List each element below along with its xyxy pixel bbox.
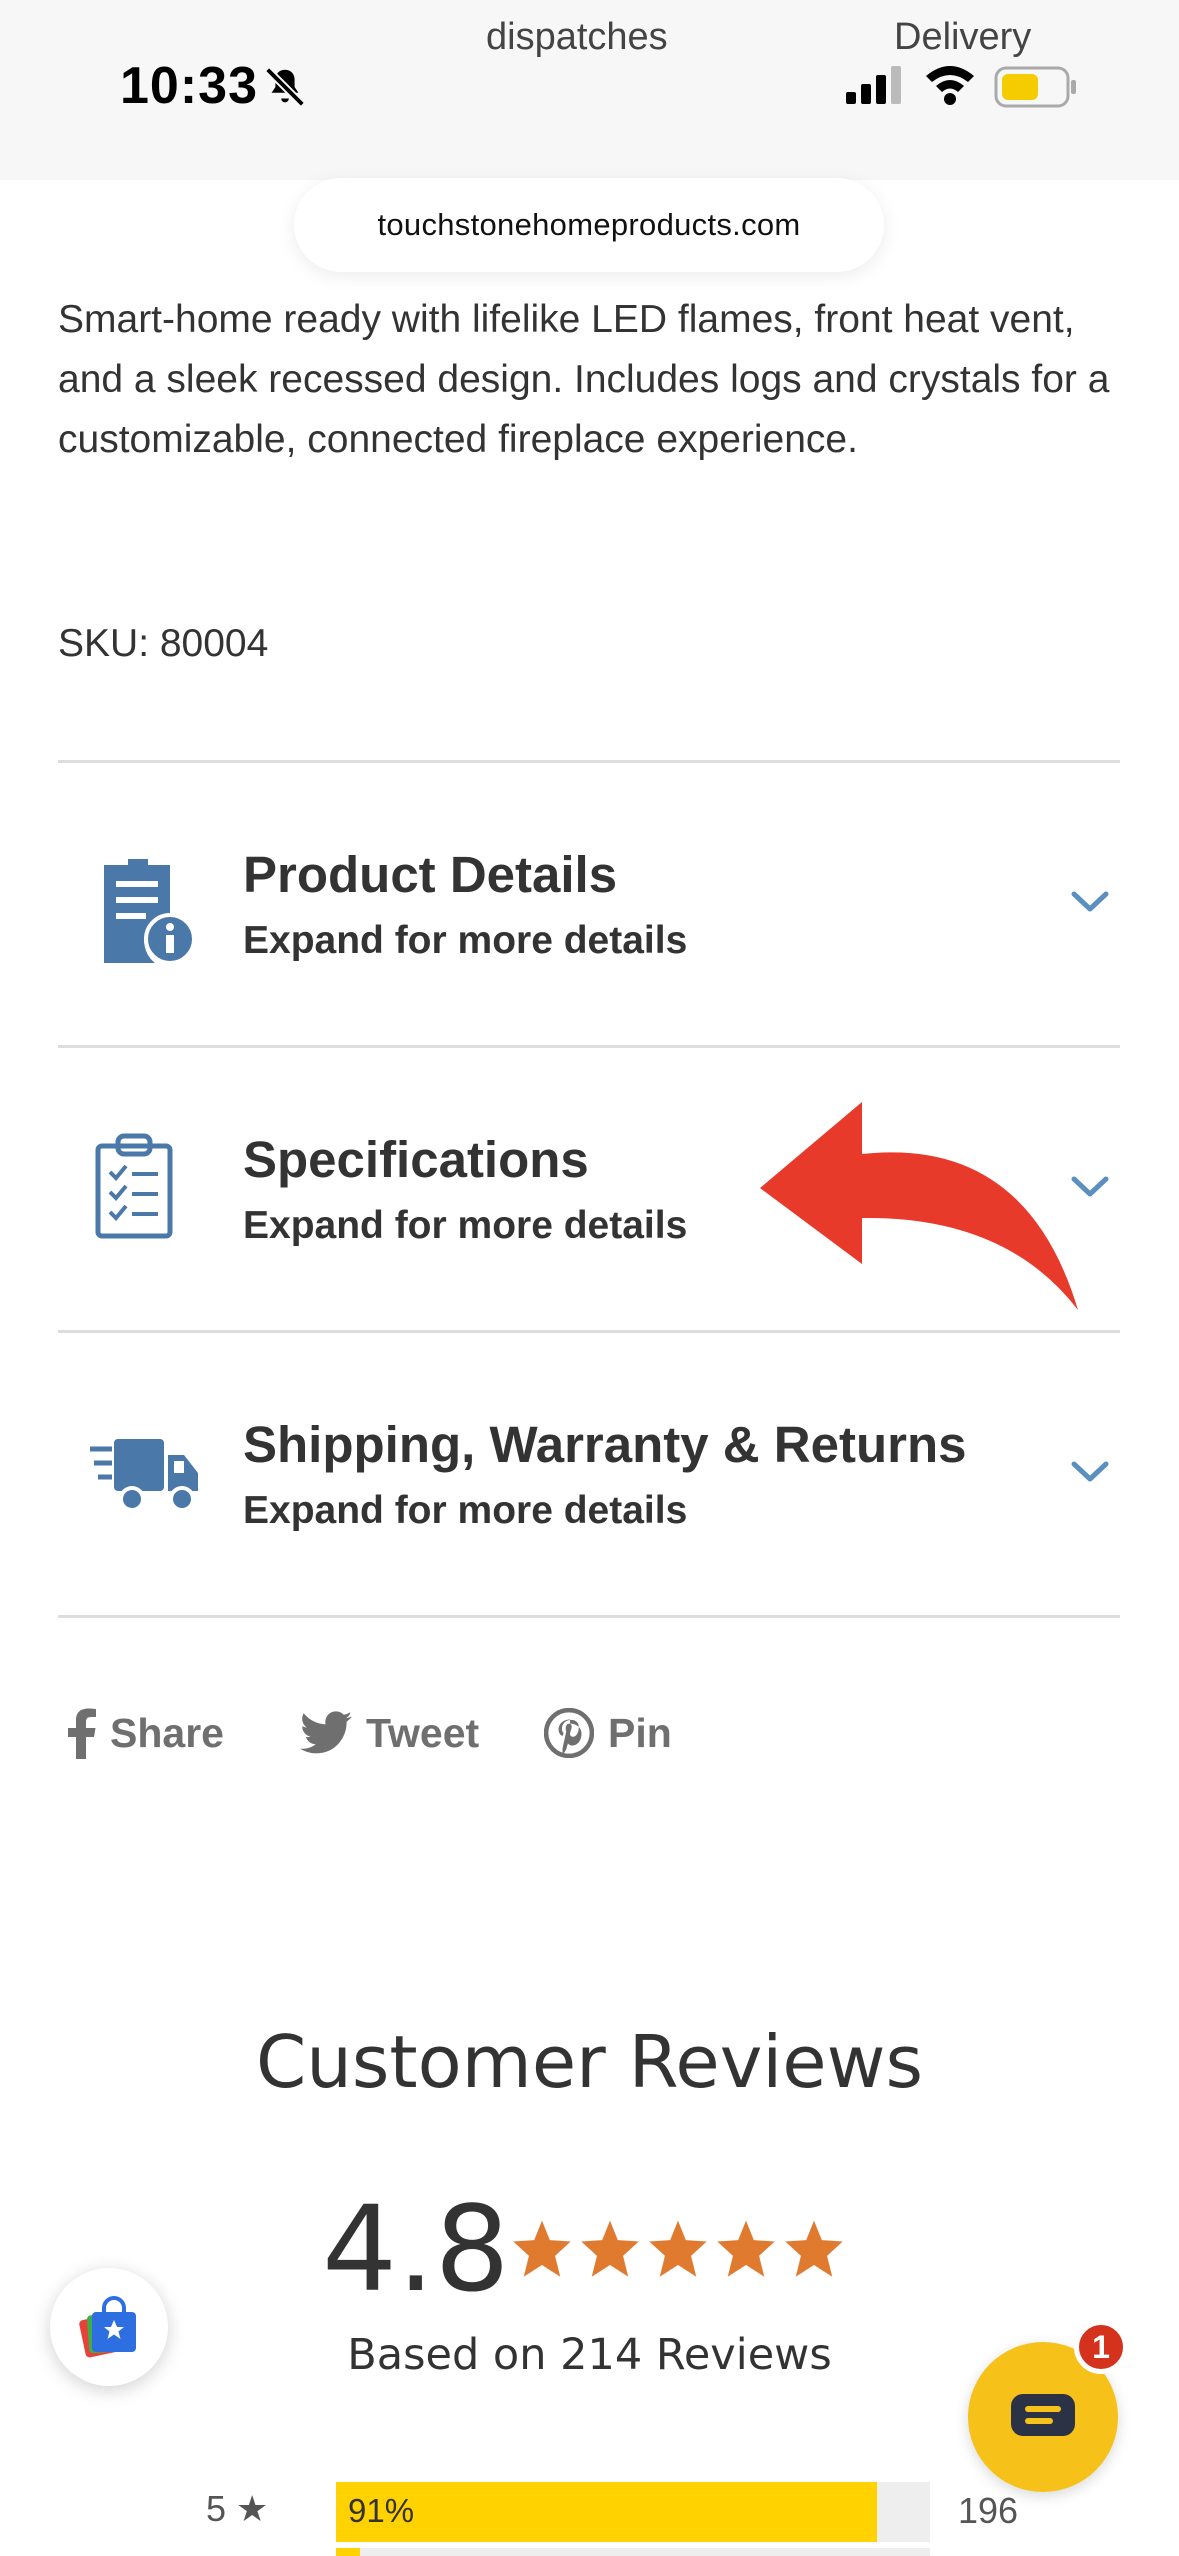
battery-icon xyxy=(994,66,1076,108)
chat-notification-badge: 1 xyxy=(1074,2320,1128,2374)
share-label: Share xyxy=(110,1709,224,1756)
shop-app-button[interactable] xyxy=(50,2268,168,2386)
share-facebook-button[interactable]: Share xyxy=(66,1698,224,1768)
product-description: Smart-home ready with lifelike LED flame… xyxy=(58,298,1110,461)
rating-bar-count: 196 xyxy=(958,2490,1019,2531)
silent-bell-icon xyxy=(265,67,305,107)
accordion-product-details[interactable]: Product Details Expand for more details xyxy=(58,763,1120,1043)
peek-text-right: Delivery xyxy=(894,16,1032,58)
divider xyxy=(58,1615,1120,1618)
share-pinterest-button[interactable]: Pin xyxy=(544,1698,672,1768)
chevron-down-icon[interactable] xyxy=(1070,1459,1110,1485)
accordion-subtitle: Expand for more details xyxy=(243,1489,688,1532)
rating-stars xyxy=(510,2218,846,2278)
wifi-icon xyxy=(926,66,974,105)
star-icon xyxy=(649,2220,707,2277)
star-icon xyxy=(513,2220,571,2277)
star-icon xyxy=(785,2220,843,2277)
peek-text-left: dispatches xyxy=(486,16,668,58)
facebook-icon xyxy=(68,1708,96,1759)
accordion-title: Shipping, Warranty & Returns xyxy=(243,1416,967,1473)
accordion-title: Product Details xyxy=(243,846,618,903)
rating-bar-fill xyxy=(336,2548,360,2556)
clipboard-checklist-icon xyxy=(95,1133,173,1239)
chevron-down-icon[interactable] xyxy=(1070,889,1110,915)
tweet-label: Tweet xyxy=(366,1709,480,1756)
url-bar[interactable]: touchstonehomeproducts.com xyxy=(294,178,884,272)
rating-bar-5-star[interactable]: 91% xyxy=(336,2482,930,2542)
pinterest-icon xyxy=(544,1708,594,1758)
rating-bar-next xyxy=(336,2548,930,2556)
accordion-subtitle: Expand for more details xyxy=(243,1204,688,1247)
shopping-bag-icon xyxy=(79,2296,136,2358)
document-info-icon xyxy=(104,859,196,963)
cell-signal-icon xyxy=(846,66,901,104)
share-twitter-button[interactable]: Tweet xyxy=(300,1698,479,1768)
twitter-icon xyxy=(300,1711,352,1754)
average-rating: 4.8 xyxy=(322,2180,510,2318)
accordion-title: Specifications xyxy=(243,1131,589,1188)
accordion-subtitle: Expand for more details xyxy=(243,919,688,962)
star-icon xyxy=(717,2220,775,2277)
status-time: 10:33 xyxy=(120,57,258,115)
rating-bar-fill xyxy=(336,2482,877,2542)
rating-bar-label: 5 ★ xyxy=(206,2488,269,2529)
chat-icon xyxy=(1011,2394,1075,2436)
accordion-shipping-warranty-returns[interactable]: Shipping, Warranty & Returns Expand for … xyxy=(58,1333,1120,1613)
pin-label: Pin xyxy=(608,1709,672,1756)
reviews-heading: Customer Reviews xyxy=(255,2020,924,2104)
red-arrow-annotation xyxy=(760,1102,1078,1310)
rating-bar-percent: 91% xyxy=(348,2492,415,2529)
star-icon xyxy=(581,2220,639,2277)
delivery-truck-icon xyxy=(90,1439,198,1512)
product-sku: SKU: 80004 xyxy=(58,622,269,665)
